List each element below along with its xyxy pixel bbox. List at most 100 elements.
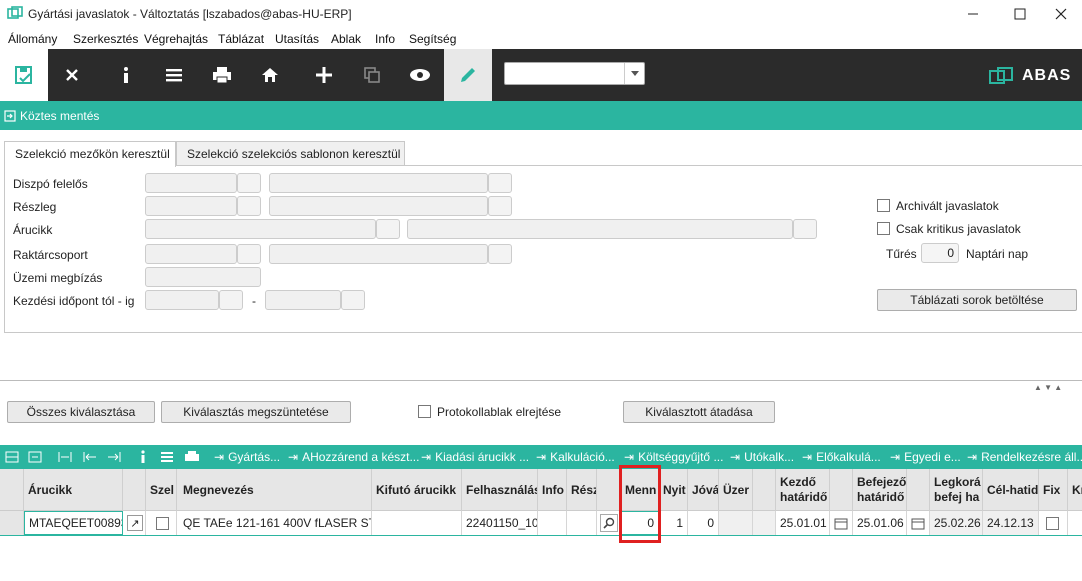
kritikus-checkbox[interactable]: [877, 222, 890, 235]
menu-info[interactable]: Info: [375, 32, 395, 46]
raktarcsoport-field[interactable]: [145, 244, 237, 264]
col-resz[interactable]: Rész: [567, 469, 597, 511]
tab-field-selection[interactable]: Szelekció mezőkön keresztül: [4, 141, 176, 167]
cell-legkorabbi[interactable]: 25.02.26: [930, 511, 983, 535]
protocol-checkbox[interactable]: [418, 405, 431, 418]
col-first-icon[interactable]: [58, 445, 72, 469]
cell-blank[interactable]: [753, 511, 776, 535]
raktarcsoport-lookup-button[interactable]: [237, 244, 261, 264]
cell-arucikk[interactable]: MTAEQEET00893: [24, 511, 123, 535]
search-icon[interactable]: [600, 514, 618, 532]
load-rows-button[interactable]: Táblázati sorok betöltése: [877, 289, 1077, 311]
menu-allomany[interactable]: Állomány: [8, 32, 57, 46]
archivalt-checkbox[interactable]: [877, 199, 890, 212]
cell-felhasznalas[interactable]: 22401150_10: [462, 511, 538, 535]
tb-utokalk[interactable]: ⇥ Utókalk...: [730, 445, 794, 469]
calendar-icon[interactable]: [830, 511, 853, 535]
tb-elokalk[interactable]: ⇥ Előkalkulá...: [802, 445, 881, 469]
select-all-button[interactable]: Összes kiválasztása: [7, 401, 155, 423]
cell-befejezo[interactable]: 25.01.06: [853, 511, 907, 535]
row-header[interactable]: [0, 511, 24, 535]
deselect-button[interactable]: Kiválasztás megszüntetése: [161, 401, 351, 423]
arucikk-lookup-button[interactable]: [376, 219, 400, 239]
col-jova[interactable]: Jóvá: [688, 469, 719, 511]
arucikk-name-field[interactable]: [407, 219, 793, 239]
col-link[interactable]: [123, 469, 146, 511]
reszleg-name-field[interactable]: [269, 196, 488, 216]
cell-megnevezes[interactable]: QE TAEe 121-161 400V fLASER STD: [177, 511, 372, 535]
save-icon[interactable]: [0, 49, 48, 101]
cell-link[interactable]: ↗: [123, 511, 146, 535]
arucikk-name-button[interactable]: [793, 219, 817, 239]
reszleg-lookup-button[interactable]: [237, 196, 261, 216]
info-icon[interactable]: [102, 49, 150, 101]
home-icon[interactable]: [246, 49, 294, 101]
col-kr[interactable]: Kr: [1068, 469, 1082, 511]
close-icon[interactable]: [48, 49, 96, 101]
cell-kezdo[interactable]: 25.01.01: [776, 511, 830, 535]
tb-kiadasi[interactable]: ⇥ Kiadási árucikk ...: [421, 445, 529, 469]
tb-egyedi[interactable]: ⇥ Egyedi e...: [890, 445, 961, 469]
menu-ablak[interactable]: Ablak: [331, 32, 361, 46]
copy-icon[interactable]: [348, 49, 396, 101]
maximize-icon[interactable]: [997, 0, 1043, 28]
table-info-icon[interactable]: [140, 445, 146, 469]
date-to-field[interactable]: [265, 290, 341, 310]
col-kezdo-cal[interactable]: [830, 469, 853, 511]
col-celhatido[interactable]: Cél-hatid: [983, 469, 1039, 511]
date-to-button[interactable]: [341, 290, 365, 310]
menu-vegrehajtas[interactable]: Végrehajtás: [144, 32, 208, 46]
fix-checkbox[interactable]: [1046, 516, 1059, 530]
uzemi-field[interactable]: [145, 267, 261, 287]
cell-celhatido[interactable]: 24.12.13: [983, 511, 1039, 535]
dispo-name-button[interactable]: [488, 173, 512, 193]
print-icon[interactable]: [198, 49, 246, 101]
tb-hozzarend[interactable]: ⇥ AHozzárend a készt...: [288, 445, 419, 469]
col-felhasznalas[interactable]: Felhasználás: [462, 469, 538, 511]
cell-kr[interactable]: [1068, 511, 1082, 535]
menu-szerkesztes[interactable]: Szerkesztés: [73, 32, 138, 46]
splitter[interactable]: [0, 380, 1082, 381]
col-arucikk[interactable]: Árucikk: [24, 469, 123, 511]
cell-resz[interactable]: [567, 511, 597, 535]
table-print-icon[interactable]: [184, 445, 200, 469]
tures-field[interactable]: 0: [921, 243, 959, 263]
table-list-icon[interactable]: [160, 445, 174, 469]
date-from-field[interactable]: [145, 290, 219, 310]
close-icon[interactable]: [1040, 0, 1082, 28]
col-kezdo[interactable]: Kezdő határidő: [776, 469, 830, 511]
cell-info[interactable]: [538, 511, 567, 535]
dispo-lookup-button[interactable]: [237, 173, 261, 193]
col-kifuto[interactable]: Kifutó árucikk: [372, 469, 462, 511]
col-next-icon[interactable]: [107, 445, 121, 469]
col-fix[interactable]: Fix: [1039, 469, 1068, 511]
view-icon[interactable]: [396, 49, 444, 101]
date-from-button[interactable]: [219, 290, 243, 310]
col-prev-icon[interactable]: [83, 445, 97, 469]
minimize-icon[interactable]: [950, 0, 996, 28]
col-legkorabbi[interactable]: Legkorá befej ha: [930, 469, 983, 511]
cell-kifuto[interactable]: [372, 511, 462, 535]
dispo-field[interactable]: [145, 173, 237, 193]
col-megnevezes[interactable]: Megnevezés: [177, 469, 372, 511]
arucikk-field[interactable]: [145, 219, 376, 239]
cell-fix[interactable]: [1039, 511, 1068, 535]
link-arrow-icon[interactable]: ↗: [127, 515, 143, 531]
interim-save-link[interactable]: Köztes mentés: [4, 109, 99, 123]
szel-checkbox[interactable]: [156, 516, 169, 530]
col-nyit[interactable]: Nyit: [659, 469, 688, 511]
tb-kalkulacio[interactable]: ⇥ Kalkuláció...: [536, 445, 615, 469]
col-befejezo[interactable]: Befejező határidő: [853, 469, 907, 511]
col-blank[interactable]: [753, 469, 776, 511]
col-info[interactable]: Info: [538, 469, 567, 511]
col-szel[interactable]: Szel: [146, 469, 177, 511]
cell-jova[interactable]: 0: [688, 511, 719, 535]
reszleg-field[interactable]: [145, 196, 237, 216]
tb-rendelkezesre[interactable]: ⇥ Rendelkezésre áll...: [967, 445, 1082, 469]
menu-tablazat[interactable]: Táblázat: [218, 32, 264, 46]
table-export-icon[interactable]: [28, 445, 42, 469]
transfer-button[interactable]: Kiválasztott átadása: [623, 401, 775, 423]
edit-icon[interactable]: [444, 49, 492, 101]
menu-utasitas[interactable]: Utasítás: [275, 32, 319, 46]
menu-segitseg[interactable]: Segítség: [409, 32, 456, 46]
